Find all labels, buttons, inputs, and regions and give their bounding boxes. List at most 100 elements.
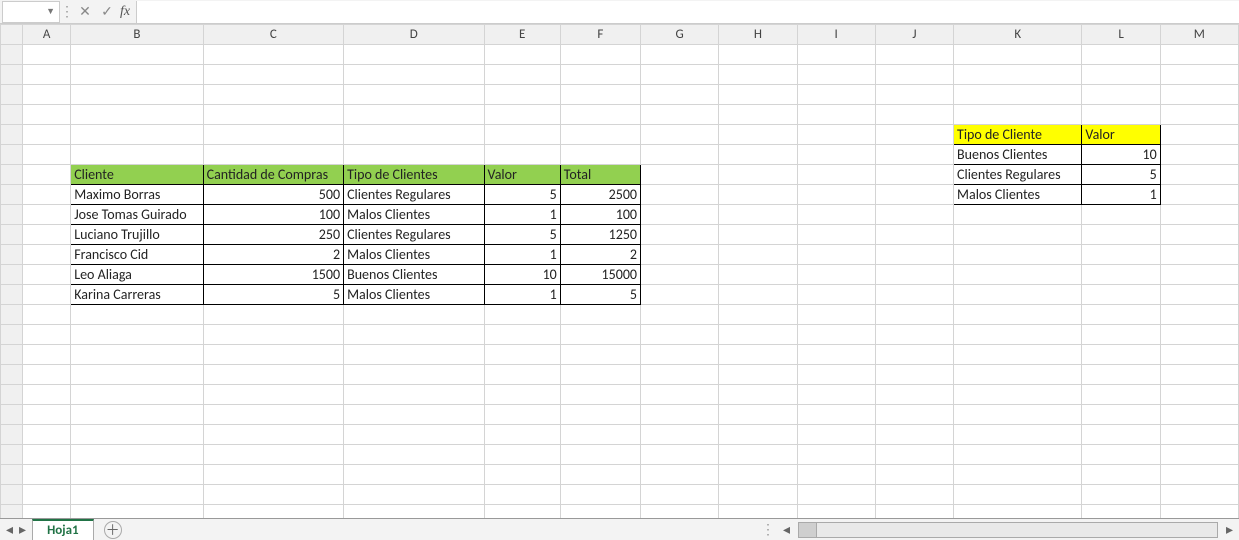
cell-J19[interactable] (875, 405, 953, 425)
cell-D2[interactable] (344, 65, 484, 85)
cell-K22[interactable] (954, 465, 1082, 485)
cell-L18[interactable] (1082, 385, 1160, 405)
cell-D20[interactable] (344, 425, 484, 445)
cell-H22[interactable] (719, 465, 797, 485)
cell-C22[interactable] (203, 465, 343, 485)
cell-B2[interactable] (71, 65, 203, 85)
cell-E16[interactable] (484, 345, 560, 365)
column-header-M[interactable]: M (1160, 25, 1238, 45)
cell-G24[interactable] (641, 505, 719, 519)
cell-M14[interactable] (1160, 305, 1238, 325)
cell-G7[interactable] (641, 165, 719, 185)
cell-J22[interactable] (875, 465, 953, 485)
column-header-F[interactable]: F (560, 25, 640, 45)
cell-L15[interactable] (1082, 325, 1160, 345)
cell-B19[interactable] (71, 405, 203, 425)
cell-L6[interactable]: 10 (1082, 145, 1160, 165)
cell-A6[interactable] (23, 145, 71, 165)
cell-F16[interactable] (560, 345, 640, 365)
cell-F12[interactable]: 15000 (560, 265, 640, 285)
cell-F18[interactable] (560, 385, 640, 405)
cell-F21[interactable] (560, 445, 640, 465)
row-header-20[interactable] (1, 425, 23, 445)
cell-G11[interactable] (641, 245, 719, 265)
cell-M19[interactable] (1160, 405, 1238, 425)
cell-M11[interactable] (1160, 245, 1238, 265)
cell-K21[interactable] (954, 445, 1082, 465)
cell-D10[interactable]: Clientes Regulares (344, 225, 484, 245)
cell-M1[interactable] (1160, 45, 1238, 65)
cell-L19[interactable] (1082, 405, 1160, 425)
cell-G22[interactable] (641, 465, 719, 485)
cell-I4[interactable] (797, 105, 875, 125)
cell-B22[interactable] (71, 465, 203, 485)
row-header-3[interactable] (1, 85, 23, 105)
cell-J1[interactable] (875, 45, 953, 65)
cell-F19[interactable] (560, 405, 640, 425)
cell-G4[interactable] (641, 105, 719, 125)
cell-L24[interactable] (1082, 505, 1160, 519)
row-header-22[interactable] (1, 465, 23, 485)
cell-A16[interactable] (23, 345, 71, 365)
row-header-14[interactable] (1, 305, 23, 325)
cell-A18[interactable] (23, 385, 71, 405)
cell-A10[interactable] (23, 225, 71, 245)
cell-D4[interactable] (344, 105, 484, 125)
row-header-10[interactable] (1, 225, 23, 245)
cell-B1[interactable] (71, 45, 203, 65)
cell-K19[interactable] (954, 405, 1082, 425)
column-header-A[interactable]: A (23, 25, 71, 45)
cell-F3[interactable] (560, 85, 640, 105)
cell-D5[interactable] (344, 125, 484, 145)
cell-B16[interactable] (71, 345, 203, 365)
cell-L23[interactable] (1082, 485, 1160, 505)
cell-G15[interactable] (641, 325, 719, 345)
cell-K23[interactable] (954, 485, 1082, 505)
enter-icon[interactable]: ✓ (96, 1, 118, 23)
row-header-2[interactable] (1, 65, 23, 85)
row-header-5[interactable] (1, 125, 23, 145)
column-header-E[interactable]: E (484, 25, 560, 45)
cell-D16[interactable] (344, 345, 484, 365)
cell-J15[interactable] (875, 325, 953, 345)
cell-I5[interactable] (797, 125, 875, 145)
cell-E22[interactable] (484, 465, 560, 485)
column-header-B[interactable]: B (71, 25, 203, 45)
cell-H2[interactable] (719, 65, 797, 85)
cell-F9[interactable]: 100 (560, 205, 640, 225)
cell-K8[interactable]: Malos Clientes (954, 185, 1082, 205)
cell-M3[interactable] (1160, 85, 1238, 105)
cell-H4[interactable] (719, 105, 797, 125)
cell-F6[interactable] (560, 145, 640, 165)
cell-K9[interactable] (954, 205, 1082, 225)
cell-I6[interactable] (797, 145, 875, 165)
cell-J10[interactable] (875, 225, 953, 245)
cell-I12[interactable] (797, 265, 875, 285)
column-header-J[interactable]: J (875, 25, 953, 45)
cell-I22[interactable] (797, 465, 875, 485)
cell-M17[interactable] (1160, 365, 1238, 385)
cell-C7[interactable]: Cantidad de Compras (203, 165, 343, 185)
cell-E21[interactable] (484, 445, 560, 465)
cell-I9[interactable] (797, 205, 875, 225)
cell-J11[interactable] (875, 245, 953, 265)
cell-K18[interactable] (954, 385, 1082, 405)
tab-next-icon[interactable]: ▸ (19, 521, 26, 538)
cell-J12[interactable] (875, 265, 953, 285)
cell-L10[interactable] (1082, 225, 1160, 245)
cell-L17[interactable] (1082, 365, 1160, 385)
spreadsheet-grid[interactable]: ABCDEFGHIJKLMTipo de ClienteValorBuenos … (0, 24, 1239, 518)
row-header-18[interactable] (1, 385, 23, 405)
cell-A11[interactable] (23, 245, 71, 265)
cell-G1[interactable] (641, 45, 719, 65)
cell-C1[interactable] (203, 45, 343, 65)
cell-I14[interactable] (797, 305, 875, 325)
cell-F2[interactable] (560, 65, 640, 85)
cell-K13[interactable] (954, 285, 1082, 305)
cell-G3[interactable] (641, 85, 719, 105)
row-header-19[interactable] (1, 405, 23, 425)
cell-D1[interactable] (344, 45, 484, 65)
sheet-tab-hoja1[interactable]: Hoja1 (32, 519, 94, 540)
column-header-I[interactable]: I (797, 25, 875, 45)
cell-F11[interactable]: 2 (560, 245, 640, 265)
